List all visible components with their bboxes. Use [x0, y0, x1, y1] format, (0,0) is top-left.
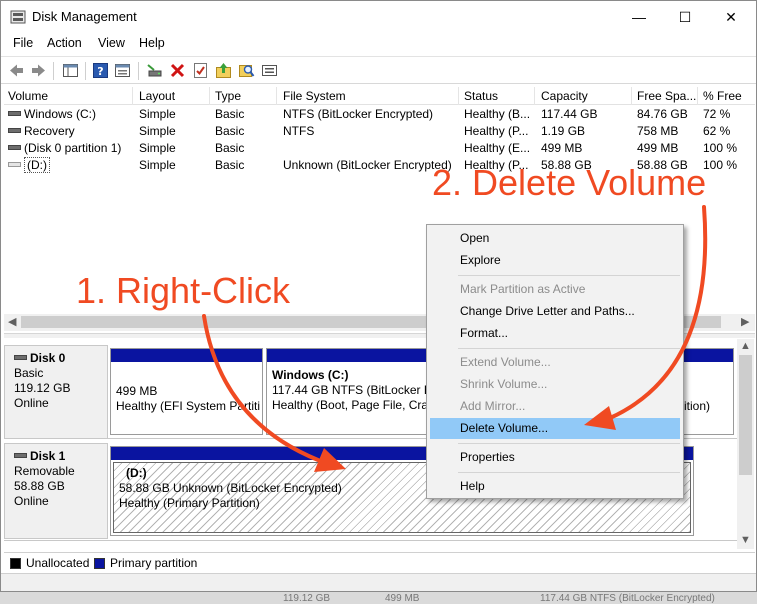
annotation-arrow-1: [202, 314, 320, 462]
annotation-arrows: [202, 205, 708, 472]
annotation-arrowhead-2: [584, 406, 616, 430]
annotation-arrow-2: [608, 205, 708, 420]
